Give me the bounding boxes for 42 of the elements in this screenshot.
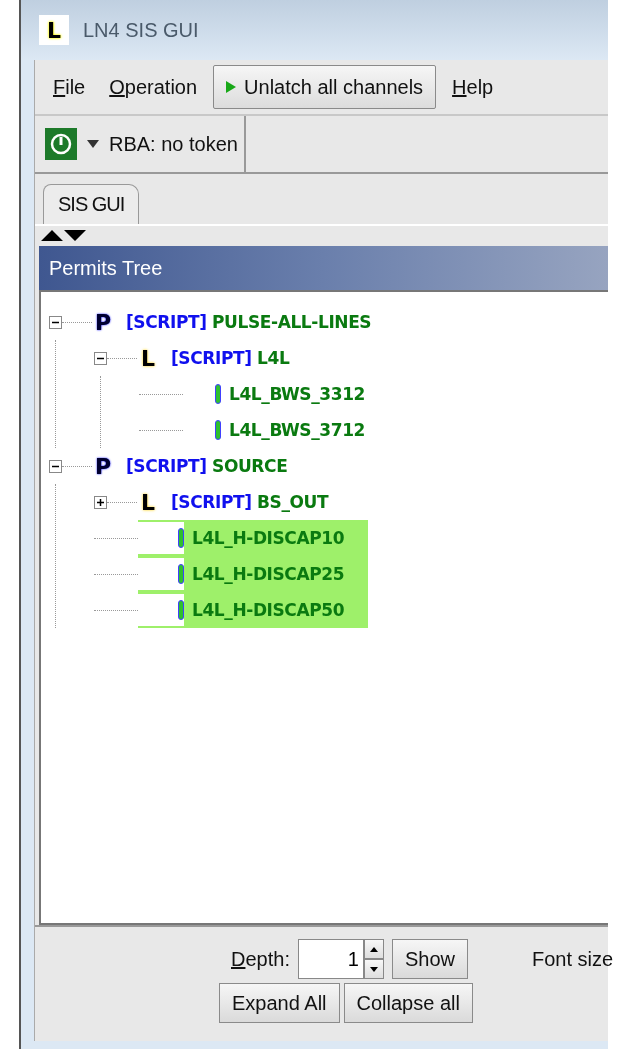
menu-item[interactable]: Help (444, 71, 502, 103)
collapse-toggle[interactable] (94, 351, 107, 365)
tree-node-label[interactable]: [SCRIPT] L4L (171, 348, 290, 368)
app-icon: L (39, 15, 69, 45)
spin-up-button[interactable] (363, 939, 384, 959)
tree-node-label[interactable]: [SCRIPT] BS_OUT (171, 492, 329, 512)
depth-field[interactable]: 1 (297, 939, 364, 979)
up-arrow-icon (369, 946, 378, 952)
dropdown-arrow-icon[interactable] (87, 140, 99, 148)
unlatch-button[interactable]: Unlatch all channels (213, 65, 437, 109)
tree-row[interactable]: L4L_BWS_3312 (183, 376, 366, 412)
channel-bar-icon (178, 564, 184, 584)
tab[interactable]: SIS GUI (43, 184, 140, 224)
collapse-all-button[interactable]: Collapse all (343, 983, 473, 1023)
permit-letter-icon: P (92, 309, 114, 335)
depth-label: Depth: (231, 947, 290, 971)
channel-bar-icon (178, 528, 184, 548)
tree-row[interactable]: L4L_BWS_3712 (183, 412, 366, 448)
panel-title: Permits Tree (49, 256, 163, 280)
menu-item[interactable]: Operation (101, 71, 206, 103)
down-arrow-icon (369, 966, 378, 972)
play-icon (226, 81, 237, 93)
permit-letter-icon: P (92, 453, 114, 479)
channel-bar-icon (215, 420, 221, 440)
line-letter-icon: L (137, 489, 159, 515)
font-size-label: Font size (531, 947, 614, 971)
show-button[interactable]: Show (391, 939, 468, 979)
channel-bar-icon (178, 600, 184, 620)
tree-node-label[interactable]: [SCRIPT] PULSE-ALL-LINES (126, 312, 372, 332)
up-down-arrows-icon[interactable] (41, 229, 87, 241)
collapse-toggle[interactable] (49, 459, 62, 473)
line-letter-icon: L (137, 345, 159, 371)
expand-toggle[interactable] (94, 495, 107, 509)
window-title: LN4 SIS GUI (83, 18, 199, 42)
channel-bar-icon (215, 384, 221, 404)
rba-status: RBA: no token (109, 132, 238, 156)
power-icon[interactable] (45, 128, 77, 160)
tree-node-label[interactable]: [SCRIPT] SOURCE (126, 456, 288, 476)
spin-down-button[interactable] (363, 959, 384, 979)
collapse-toggle[interactable] (49, 315, 62, 329)
expand-all-button[interactable]: Expand All (219, 983, 340, 1023)
menu-item[interactable]: File (45, 71, 94, 103)
